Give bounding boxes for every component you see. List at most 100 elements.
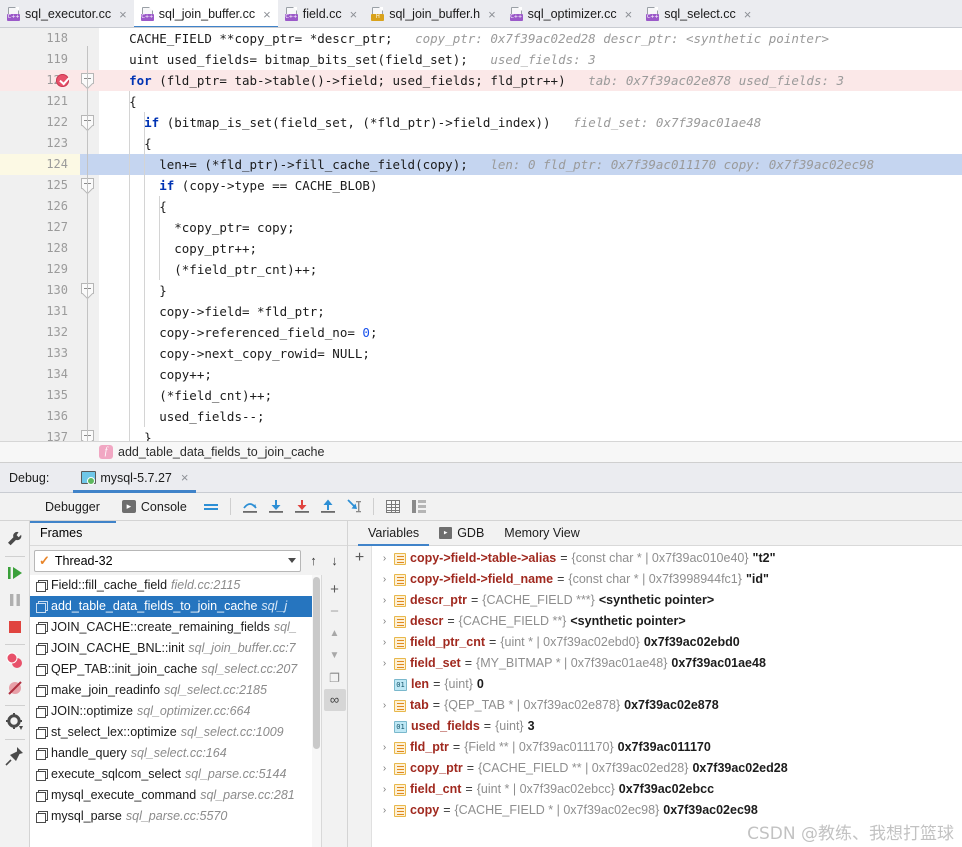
variable-row[interactable]: › copy_ptr = {CACHE_FIELD ** | 0x7f39ac02ed… xyxy=(372,758,962,779)
copy-stack-icon[interactable]: ❐ xyxy=(324,667,346,689)
breakpoint-icon[interactable] xyxy=(56,74,69,87)
expand-chevron-icon[interactable]: › xyxy=(379,800,390,821)
frame-row[interactable]: mysql_execute_command sql_parse.cc:281 xyxy=(30,785,321,806)
thread-dropdown[interactable]: ✓ Thread-32 xyxy=(34,549,301,572)
pin-tab-icon[interactable] xyxy=(2,743,28,770)
line-number[interactable]: 124 xyxy=(0,154,80,175)
stop-icon[interactable] xyxy=(2,614,28,641)
line-number[interactable]: 131 xyxy=(0,301,80,322)
frame-down-button[interactable]: ↓ xyxy=(326,553,343,568)
breadcrumb[interactable]: f add_table_data_fields_to_join_cache xyxy=(0,441,962,463)
editor-tab-sql-executor-cc[interactable]: C++ sql_executor.cc × xyxy=(0,0,134,27)
variable-row[interactable]: › descr = {CACHE_FIELD **} <synthetic pointe… xyxy=(372,611,962,632)
tab-variables[interactable]: Variables xyxy=(358,521,430,546)
line-number[interactable]: 123 xyxy=(0,133,80,154)
step-into-icon[interactable] xyxy=(265,496,287,518)
frame-row[interactable]: JOIN_CACHE_BNL::init sql_join_buffer.cc:7 xyxy=(30,638,321,659)
close-icon[interactable]: × xyxy=(263,8,271,21)
editor-tab-sql-optimizer-cc[interactable]: C++ sql_optimizer.cc × xyxy=(503,0,640,27)
line-number[interactable]: 127 xyxy=(0,217,80,238)
force-step-into-icon[interactable] xyxy=(291,496,313,518)
close-icon[interactable]: × xyxy=(625,8,633,21)
variable-row[interactable]: › copy->field->table->alias = {const char *… xyxy=(372,548,962,569)
line-number[interactable]: 137 xyxy=(0,427,80,441)
pause-program-icon[interactable] xyxy=(2,587,28,614)
frame-row[interactable]: add_table_data_fields_to_join_cache sql_j xyxy=(30,596,321,617)
line-number[interactable]: 134 xyxy=(0,364,80,385)
expand-chevron-icon[interactable]: › xyxy=(379,779,390,800)
expand-chevron-icon[interactable]: › xyxy=(379,569,390,590)
expand-chevron-icon[interactable]: › xyxy=(379,758,390,779)
frame-row[interactable]: QEP_TAB::init_join_cache sql_select.cc:20… xyxy=(30,659,321,680)
binoculars-icon[interactable]: ∞ xyxy=(323,689,346,711)
line-number[interactable]: 133 xyxy=(0,343,80,364)
variable-row[interactable]: › field_cnt = {uint * | 0x7f39ac02ebcc} 0x7f… xyxy=(372,779,962,800)
code-line[interactable]: 120 for (fld_ptr= tab->table()->field; u… xyxy=(0,70,962,91)
debug-session-tab[interactable]: mysql-5.7.27 × xyxy=(73,463,197,493)
tab-memory-view[interactable]: Memory View xyxy=(494,521,589,546)
line-number[interactable]: 126 xyxy=(0,196,80,217)
debugger-settings-gear-icon[interactable] xyxy=(2,709,28,736)
line-number[interactable]: 130 xyxy=(0,280,80,301)
line-number[interactable]: 129 xyxy=(0,259,80,280)
line-number[interactable]: 122 xyxy=(0,112,80,133)
expand-chevron-icon[interactable]: › xyxy=(379,653,390,674)
close-icon[interactable]: × xyxy=(488,8,496,21)
frame-row[interactable]: JOIN::optimize sql_optimizer.cc:664 xyxy=(30,701,321,722)
variables-list[interactable]: › copy->field->table->alias = {const char *… xyxy=(372,546,962,847)
frame-row[interactable]: mysql_parse sql_parse.cc:5570 xyxy=(30,806,321,827)
code-line[interactable]: 119 uint used_fields= bitmap_bits_set(fi… xyxy=(0,49,962,70)
expand-chevron-icon[interactable]: › xyxy=(379,737,390,758)
expand-chevron-icon[interactable]: › xyxy=(379,611,390,632)
line-number[interactable]: 121 xyxy=(0,91,80,112)
resume-program-icon[interactable] xyxy=(2,560,28,587)
tab-debugger[interactable]: Debugger xyxy=(34,493,111,521)
remove-watch-icon[interactable]: − xyxy=(324,601,346,623)
variable-row[interactable]: › fld_ptr = {Field ** | 0x7f39ac011170} 0x7f… xyxy=(372,737,962,758)
frame-up-button[interactable]: ↑ xyxy=(305,553,322,568)
mute-breakpoints-icon[interactable] xyxy=(2,675,28,702)
frames-scrollbar[interactable] xyxy=(312,575,321,847)
settings-wrench-icon[interactable] xyxy=(2,526,28,553)
editor-tab-sql-join-buffer-h[interactable]: Hsql_join_buffer.h × xyxy=(364,0,502,27)
variable-row[interactable]: › copy = {CACHE_FIELD * | 0x7f39ac02ec98} 0x… xyxy=(372,800,962,821)
variable-row[interactable]: › tab = {QEP_TAB * | 0x7f39ac02e878} 0x7f39a… xyxy=(372,695,962,716)
frame-row[interactable]: make_join_readinfo sql_select.cc:2185 xyxy=(30,680,321,701)
move-up-icon[interactable]: ▲ xyxy=(324,623,346,645)
frame-row[interactable]: st_select_lex::optimize sql_select.cc:100… xyxy=(30,722,321,743)
editor-tab-sql-join-buffer-cc[interactable]: C++ sql_join_buffer.cc × xyxy=(133,0,278,27)
step-out-icon[interactable] xyxy=(317,496,339,518)
step-over-icon[interactable] xyxy=(239,496,261,518)
close-icon[interactable]: × xyxy=(744,8,752,21)
chevron-down-icon[interactable] xyxy=(288,558,296,563)
frames-list[interactable]: Field::fill_cache_field field.cc:2115 add_… xyxy=(30,575,321,847)
expand-chevron-icon[interactable]: › xyxy=(379,548,390,569)
add-watch-icon[interactable]: + xyxy=(324,579,346,601)
line-number[interactable]: 135 xyxy=(0,385,80,406)
expand-chevron-icon[interactable]: › xyxy=(379,695,390,716)
code-line[interactable]: 118 CACHE_FIELD **copy_ptr= *descr_ptr; … xyxy=(0,28,962,49)
line-number[interactable]: 118 xyxy=(0,28,80,49)
close-icon[interactable]: × xyxy=(119,8,127,21)
line-number[interactable]: 128 xyxy=(0,238,80,259)
view-breakpoints-icon[interactable] xyxy=(2,648,28,675)
run-to-cursor-icon[interactable] xyxy=(343,496,365,518)
tab-console[interactable]: ▸ Console xyxy=(111,493,198,521)
code-line[interactable]: 121 { xyxy=(0,91,962,112)
show-executed-lines-icon[interactable] xyxy=(200,496,222,518)
frame-row[interactable]: handle_query sql_select.cc:164 xyxy=(30,743,321,764)
variable-row[interactable]: 01 used_fields = {uint} 3 xyxy=(372,716,962,737)
expand-chevron-icon[interactable]: › xyxy=(379,590,390,611)
add-variable-button[interactable]: + xyxy=(355,549,364,566)
line-number[interactable]: 132 xyxy=(0,322,80,343)
expand-chevron-icon[interactable]: › xyxy=(379,632,390,653)
editor-tab-field-cc[interactable]: C++ field.cc × xyxy=(278,0,365,27)
variable-row[interactable]: › field_ptr_cnt = {uint * | 0x7f39ac02ebd0}… xyxy=(372,632,962,653)
variable-row[interactable]: 01 len = {uint} 0 xyxy=(372,674,962,695)
move-down-icon[interactable]: ▼ xyxy=(324,645,346,667)
variable-row[interactable]: › descr_ptr = {CACHE_FIELD ***} <synthetic p… xyxy=(372,590,962,611)
editor-tab-sql-select-cc[interactable]: C++ sql_select.cc × xyxy=(639,0,758,27)
layout-settings-icon[interactable] xyxy=(408,496,430,518)
line-number[interactable]: 125 xyxy=(0,175,80,196)
code-editor[interactable]: 118 CACHE_FIELD **copy_ptr= *descr_ptr; … xyxy=(0,28,962,441)
